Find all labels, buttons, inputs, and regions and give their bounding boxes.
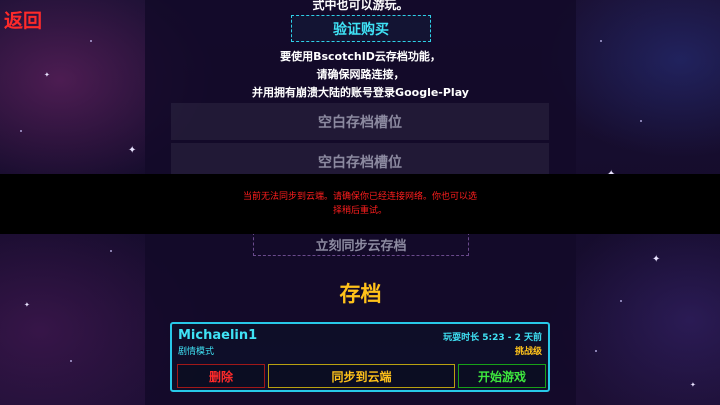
error-message: 当前无法同步到云端。请确保你已经连接网络。你也可以选择稍后重试。 (242, 192, 477, 216)
star-icon: ✦ (690, 381, 696, 389)
save-difficulty: 挑战级 (514, 347, 542, 357)
back-button[interactable]: 返回 (4, 6, 42, 33)
delete-save-button[interactable]: 删除 (177, 364, 265, 388)
star-icon: ✦ (652, 254, 661, 265)
star-icon: ✦ (24, 301, 30, 309)
cloud-notice-line: 并用拥有崩溃大陆的账号登录Google-Play (252, 86, 469, 99)
sync-cloud-now-button[interactable]: 立刻同步云存档 (253, 232, 469, 256)
star-icon: ✦ (44, 71, 50, 79)
start-game-button[interactable]: 开始游戏 (458, 364, 546, 388)
saves-heading: 存档 (339, 282, 382, 306)
error-toast: 当前无法同步到云端。请确保你已经连接网络。你也可以选择稍后重试。 (0, 174, 720, 234)
empty-save-slot[interactable]: 空白存档槽位 (171, 103, 549, 140)
save-name: Michaelin1 (178, 328, 258, 343)
save-card: Michaelin1 剧情模式 玩耍时长 5:23 - 2 天前 挑战级 删除 … (170, 322, 550, 392)
sync-to-cloud-button[interactable]: 同步到云端 (268, 364, 455, 388)
save-playtime: 玩耍时长 5:23 - 2 天前 (443, 333, 542, 343)
save-mode: 剧情模式 (178, 347, 215, 357)
intro-text: 式中也可以游玩。 (312, 0, 409, 12)
verify-purchase-button[interactable]: 验证购买 (291, 15, 431, 42)
cloud-notice-line: 请确保网路连接， (316, 68, 405, 81)
cloud-notice: 要使用BscotchID云存档功能， 请确保网路连接， 并用拥有崩溃大陆的账号登… (145, 48, 576, 102)
star-icon: ✦ (128, 145, 137, 156)
cloud-notice-line: 要使用BscotchID云存档功能， (280, 50, 441, 63)
